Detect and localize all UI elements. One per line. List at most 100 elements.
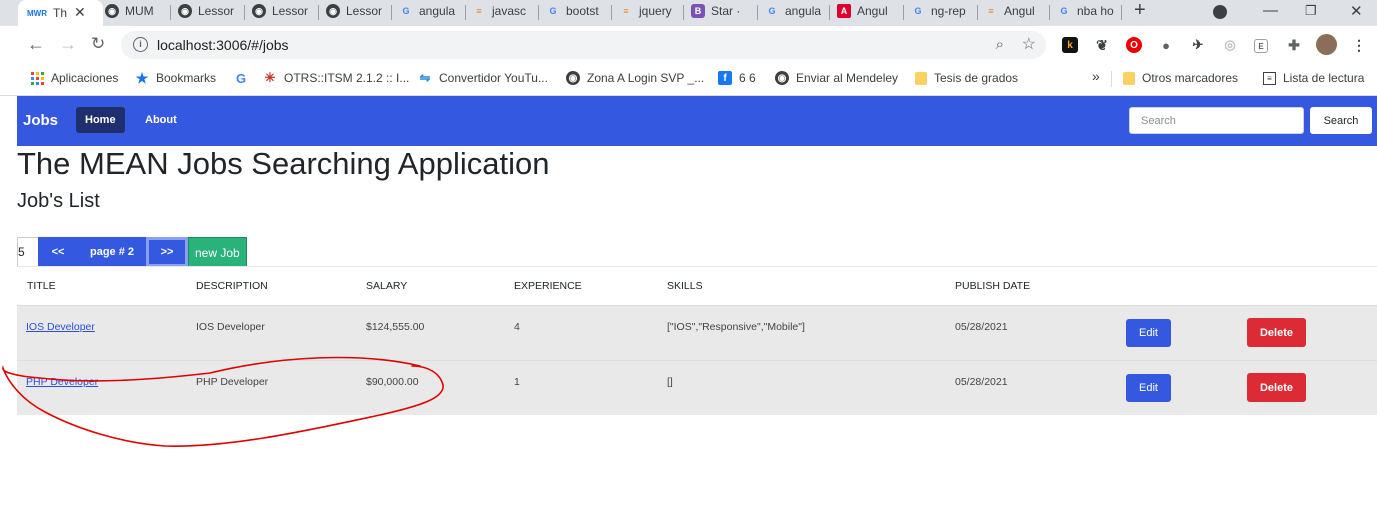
tab-title: Th (53, 6, 68, 20)
tab-title: bootst (566, 4, 599, 18)
bookmark-item[interactable]: Aplicaciones (30, 71, 118, 85)
tab-close-icon[interactable]: ✕ (74, 4, 86, 21)
site-info-icon[interactable]: i (133, 37, 148, 52)
job-experience: 1 (514, 376, 520, 388)
tab[interactable]: Gnba ho (1057, 0, 1119, 22)
bookmarks-bar: Aplicaciones ★ Bookmarks G ✳ OTRS::ITSM 2.… (0, 64, 1377, 96)
bookmark-item[interactable]: ⇋ Convertidor YouTu... (418, 70, 548, 85)
other-bookmarks[interactable]: Otros marcadores (1123, 71, 1238, 85)
tab[interactable]: Gng-rep (911, 0, 975, 22)
tab-title: Angul (857, 4, 888, 18)
col-salary: SALARY (366, 280, 408, 292)
search-button[interactable]: Search (1310, 107, 1372, 134)
tab[interactable]: ◉ Lessor (252, 0, 312, 22)
job-description: IOS Developer (196, 321, 265, 333)
prev-page-button[interactable]: << (38, 237, 78, 267)
google-favicon: G (914, 6, 922, 16)
close-window-icon[interactable]: ✕ (1350, 2, 1363, 20)
extension-icon[interactable]: ✈ (1190, 37, 1206, 53)
tab[interactable]: ≡ javasc (472, 0, 534, 22)
new-tab-button[interactable]: + (1134, 0, 1146, 22)
delete-button[interactable]: Delete (1247, 318, 1306, 347)
other-bookmarks-label: Otros marcadores (1142, 71, 1239, 85)
tab[interactable]: ≡ Angul (984, 0, 1044, 22)
tab[interactable]: B Star · (691, 0, 753, 22)
forward-icon[interactable]: → (59, 34, 77, 54)
job-skills: ["IOS","Responsive","Mobile"] (667, 321, 805, 333)
extension-icon[interactable]: ● (1158, 37, 1174, 53)
avatar[interactable] (1316, 34, 1337, 55)
navbar-brand[interactable]: Jobs (23, 112, 58, 129)
tab-divider (683, 5, 684, 20)
bookmark-item[interactable]: ◉ Zona A Login SVP _... (566, 71, 704, 85)
nav-about[interactable]: About (136, 107, 186, 133)
bookmark-star-icon[interactable]: ☆ (1022, 34, 1036, 54)
bookmark-label: Zona A Login SVP _... (587, 71, 705, 85)
back-icon[interactable]: ← (27, 34, 45, 54)
google-favicon: G (549, 6, 557, 16)
bookmark-item[interactable]: ◉ Enviar al Mendeley (775, 71, 898, 85)
extension-icon[interactable]: E (1254, 39, 1268, 53)
edit-button[interactable]: Edit (1126, 319, 1171, 347)
job-title-link[interactable]: PHP Developer (26, 376, 98, 388)
job-salary: $90,000.00 (366, 376, 419, 388)
tab[interactable]: Gangula (765, 0, 825, 22)
menu-icon[interactable]: ⋮ (1351, 37, 1367, 53)
tab-divider (611, 5, 612, 20)
k-extension-icon[interactable]: k (1062, 37, 1078, 53)
delete-button[interactable]: Delete (1247, 373, 1306, 402)
folder-icon (915, 71, 927, 85)
extension-icon[interactable]: ❦ (1094, 37, 1110, 53)
bookmark-label: Bookmarks (156, 71, 217, 85)
minimize-icon[interactable]: — (1263, 2, 1278, 19)
job-title-link[interactable]: IOS Developer (26, 321, 95, 333)
bookmark-item[interactable]: Tesis de grados (915, 71, 1018, 85)
tab-divider (465, 5, 466, 20)
tab-active[interactable]: MWR Th ✕ (18, 0, 103, 26)
job-skills: [] (667, 376, 673, 388)
tab[interactable]: ◉ Lessor (178, 0, 240, 22)
next-page-button[interactable]: >> (146, 237, 188, 267)
restore-icon[interactable]: ❐ (1305, 3, 1317, 19)
page-size-input[interactable]: 5 (17, 237, 38, 267)
bookmark-item[interactable]: ★ Bookmarks (135, 70, 217, 86)
tab[interactable]: A Angul (837, 0, 899, 22)
tab[interactable]: Gbootst (546, 0, 608, 22)
bookmark-item[interactable]: ✳ OTRS::ITSM 2.1.2 :: I... (263, 70, 410, 85)
angular-favicon: A (837, 4, 851, 18)
tab[interactable]: ◉ MUM (105, 0, 163, 22)
address-bar[interactable]: i localhost:3006/#/jobs ⌕ ☆ (121, 31, 1046, 59)
bookmarks-overflow-button[interactable]: » (1092, 68, 1100, 84)
adblock-icon[interactable]: O (1126, 37, 1142, 53)
tab[interactable]: ≡ jquery (619, 0, 679, 22)
tab-divider (1049, 5, 1050, 20)
otrs-icon: ✳ (264, 70, 276, 85)
bookmark-item[interactable]: f 6 6 (718, 71, 756, 85)
browser-toolbar: ← → ↻ i localhost:3006/#/jobs ⌕ ☆ k ❦ O … (0, 26, 1377, 64)
tab-divider (903, 5, 904, 20)
page-title: The MEAN Jobs Searching Application (17, 146, 550, 181)
nav-home[interactable]: Home (76, 107, 125, 133)
tab-title: Lessor (272, 4, 309, 18)
tab[interactable]: Gangula (399, 0, 461, 22)
bookmark-label: 6 6 (739, 71, 756, 85)
puzzle-icon[interactable]: ✚ (1286, 37, 1302, 53)
tab-title: ng-rep (931, 4, 966, 18)
new-job-button[interactable]: new Job (188, 237, 247, 267)
reading-list[interactable]: ≡ Lista de lectura (1263, 71, 1364, 85)
url-text[interactable]: localhost:3006/#/jobs (157, 37, 289, 53)
stackoverflow-favicon: ≡ (476, 6, 482, 16)
bookmark-label: Convertidor YouTu... (439, 71, 548, 85)
search-input[interactable] (1129, 107, 1304, 134)
job-description: PHP Developer (196, 376, 269, 388)
tab-search-icon[interactable] (1213, 5, 1227, 19)
tab-divider (757, 5, 758, 20)
google-icon: G (235, 70, 247, 86)
globe-favicon: ◉ (105, 4, 119, 18)
edit-button[interactable]: Edit (1126, 374, 1171, 402)
reload-icon[interactable]: ↻ (91, 34, 105, 54)
extension-icon[interactable]: ◎ (1222, 37, 1238, 53)
tab[interactable]: ◉ Lessor (326, 0, 386, 22)
zoom-icon[interactable]: ⌕ (996, 36, 1004, 53)
bookmark-item[interactable]: G (234, 70, 255, 86)
